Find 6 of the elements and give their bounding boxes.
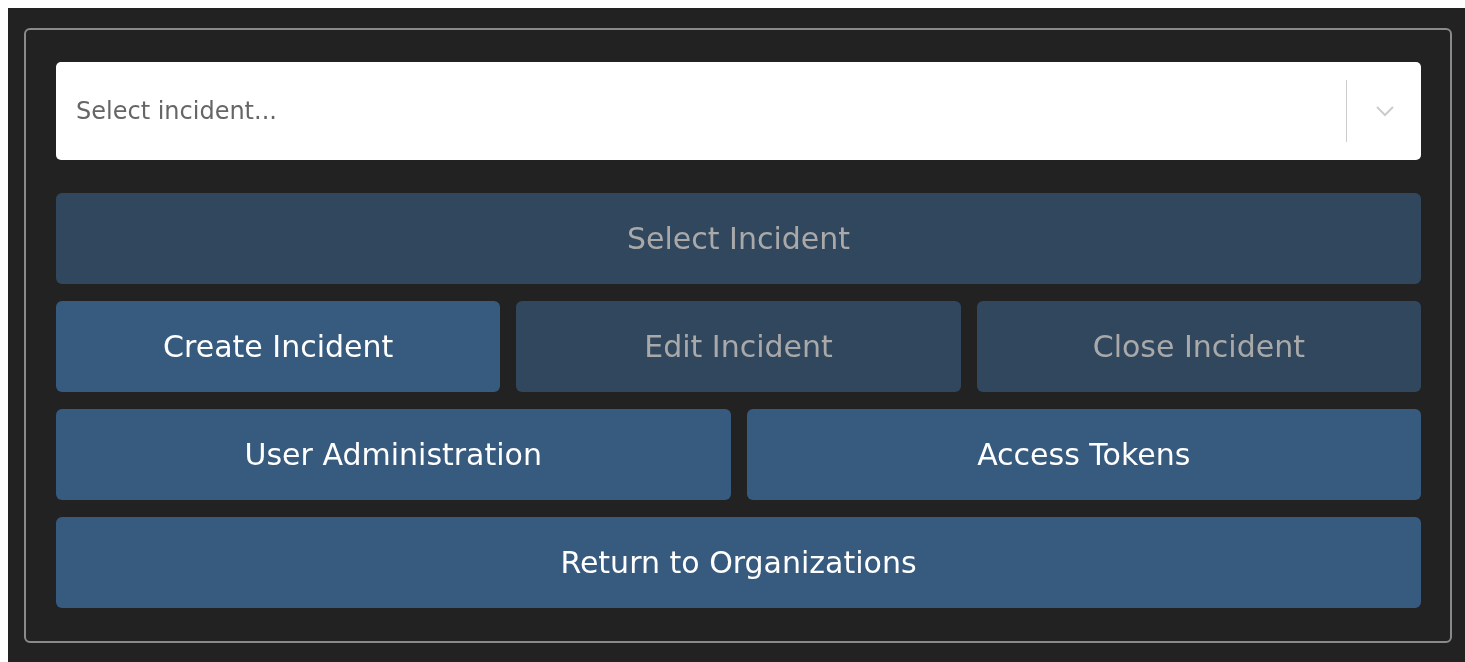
action-button[interactable]: Return to Organizations bbox=[56, 517, 1421, 608]
incident-select[interactable]: Select incident... bbox=[56, 62, 1421, 160]
action-button[interactable]: Create Incident bbox=[56, 301, 501, 392]
chevron-down-icon bbox=[1375, 105, 1395, 117]
action-button[interactable]: Access Tokens bbox=[746, 409, 1421, 500]
action-button[interactable]: User Administration bbox=[56, 409, 731, 500]
